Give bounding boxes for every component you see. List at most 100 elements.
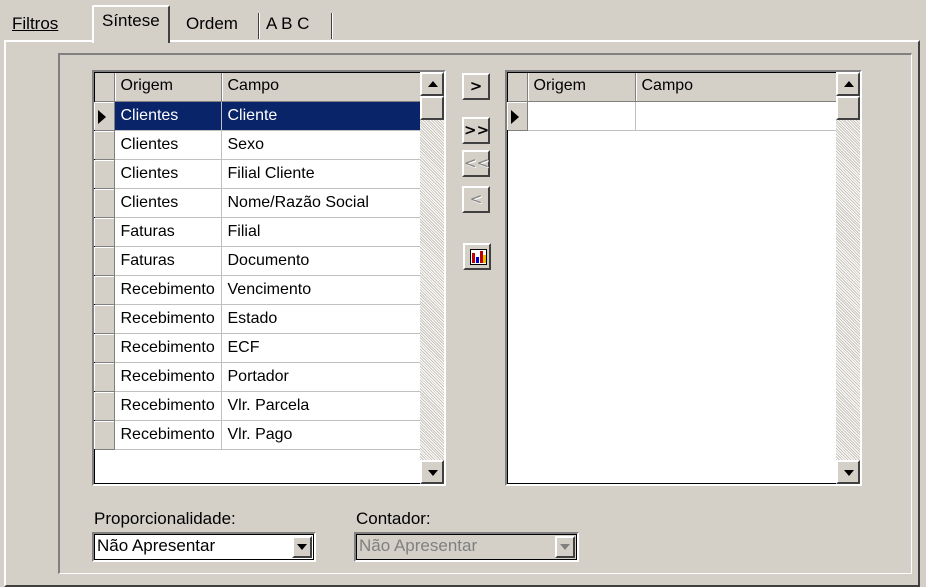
add-one-button[interactable]: > — [462, 73, 490, 100]
selected-fields-grid[interactable]: Origem Campo — [505, 70, 862, 486]
cell-campo[interactable]: Vlr. Parcela — [221, 391, 425, 421]
tab-ordem-label: Ordem — [186, 14, 238, 33]
current-row-arrow-icon — [511, 109, 519, 124]
tab-abc[interactable]: A B C — [258, 10, 317, 42]
table-row[interactable]: Recebimento Vlr. Parcela — [94, 391, 425, 421]
column-header-campo[interactable]: Campo — [221, 72, 425, 102]
cell-origem[interactable]: Clientes — [114, 101, 222, 131]
right-grid-vertical-scrollbar[interactable] — [836, 72, 860, 484]
cell-origem[interactable]: Recebimento — [114, 391, 222, 421]
remove-one-label: < — [469, 190, 483, 208]
left-grid-vertical-scrollbar[interactable] — [420, 72, 444, 484]
scroll-up-button[interactable] — [836, 72, 860, 96]
table-row[interactable]: Recebimento Estado — [94, 304, 425, 334]
table-row[interactable]: Recebimento ECF — [94, 333, 425, 363]
table-row[interactable]: Faturas Documento — [94, 246, 425, 276]
column-header-origem[interactable]: Origem — [527, 72, 636, 102]
cell-origem[interactable]: Recebimento — [114, 420, 222, 450]
cell-origem[interactable]: Faturas — [114, 246, 222, 276]
arrow-up-icon — [428, 81, 438, 87]
cell-campo[interactable]: ECF — [221, 333, 425, 363]
contador-select[interactable]: Não Apresentar — [354, 532, 579, 562]
cell-campo[interactable]: Sexo — [221, 130, 425, 160]
chevron-down-icon — [297, 544, 307, 550]
arrow-up-icon — [844, 81, 854, 87]
tab-filtros[interactable]: Filtros — [4, 10, 66, 42]
remove-all-label: << — [464, 154, 490, 172]
table-row[interactable]: Recebimento Vlr. Pago — [94, 420, 425, 450]
row-indicator — [94, 275, 115, 305]
cell-campo[interactable]: Filial — [221, 217, 425, 247]
table-row[interactable]: Recebimento Vencimento — [94, 275, 425, 305]
cell-campo[interactable]: Nome/Razão Social — [221, 188, 425, 218]
cell-origem[interactable] — [527, 101, 636, 131]
tab-filtros-label: Filtros — [12, 14, 59, 33]
row-indicator — [94, 159, 115, 189]
cell-campo[interactable]: Filial Cliente — [221, 159, 425, 189]
tab-separator — [331, 13, 333, 39]
row-indicator — [94, 304, 115, 334]
chart-icon — [470, 249, 487, 265]
cell-campo[interactable]: Documento — [221, 246, 425, 276]
table-row[interactable]: Clientes Nome/Razão Social — [94, 188, 425, 218]
row-indicator — [94, 188, 115, 218]
cell-campo[interactable]: Cliente — [221, 101, 425, 131]
table-row[interactable]: Clientes Filial Cliente — [94, 159, 425, 189]
scroll-thumb[interactable] — [420, 96, 444, 120]
tab-sintese-label: Síntese — [102, 11, 160, 30]
table-row[interactable]: Clientes Sexo — [94, 130, 425, 160]
column-header-origem[interactable]: Origem — [114, 72, 222, 102]
row-indicator — [94, 333, 115, 363]
chart-button[interactable] — [463, 243, 491, 270]
table-row[interactable]: Clientes Cliente — [94, 101, 425, 131]
row-indicator — [94, 362, 115, 392]
cell-origem[interactable]: Faturas — [114, 217, 222, 247]
cell-campo[interactable]: Vencimento — [221, 275, 425, 305]
remove-one-button[interactable]: < — [462, 186, 490, 213]
row-indicator — [94, 391, 115, 421]
arrow-down-icon — [844, 470, 854, 476]
tab-strip: Filtros Síntese Ordem A B C — [0, 0, 926, 43]
proporcionalidade-select[interactable]: Não Apresentar — [92, 532, 316, 562]
cell-campo[interactable]: Vlr. Pago — [221, 420, 425, 450]
tab-ordem[interactable]: Ordem — [178, 10, 246, 42]
contador-dropdown-button[interactable] — [555, 536, 575, 558]
row-indicator — [94, 101, 115, 131]
scroll-thumb[interactable] — [836, 96, 860, 120]
scroll-down-button[interactable] — [836, 460, 860, 484]
row-indicator — [94, 130, 115, 160]
cell-campo[interactable] — [635, 101, 838, 131]
grid-corner — [507, 72, 528, 102]
cell-origem[interactable]: Clientes — [114, 159, 222, 189]
cell-origem[interactable]: Recebimento — [114, 333, 222, 363]
cell-origem[interactable]: Recebimento — [114, 304, 222, 334]
proporcionalidade-label: Proporcionalidade: — [94, 509, 236, 528]
table-row[interactable]: Faturas Filial — [94, 217, 425, 247]
scroll-up-button[interactable] — [420, 72, 444, 96]
available-fields-grid[interactable]: Origem Campo Clientes Cliente Clientes Se… — [92, 70, 446, 486]
chevron-down-icon — [560, 544, 570, 550]
proporcionalidade-dropdown-button[interactable] — [292, 536, 312, 558]
cell-origem[interactable]: Clientes — [114, 130, 222, 160]
cell-origem[interactable]: Recebimento — [114, 275, 222, 305]
row-indicator — [94, 246, 115, 276]
add-all-button[interactable]: >> — [462, 117, 490, 144]
cell-campo[interactable]: Estado — [221, 304, 425, 334]
contador-label: Contador: — [356, 509, 431, 528]
remove-all-button[interactable]: << — [462, 150, 490, 177]
cell-origem[interactable]: Recebimento — [114, 362, 222, 392]
add-all-label: >> — [464, 121, 490, 139]
scroll-down-button[interactable] — [420, 460, 444, 484]
column-header-campo[interactable]: Campo — [635, 72, 838, 102]
table-row[interactable]: Recebimento Portador — [94, 362, 425, 392]
proporcionalidade-value: Não Apresentar — [97, 536, 216, 555]
row-indicator — [94, 217, 115, 247]
tab-sintese[interactable]: Síntese — [92, 5, 170, 43]
row-indicator — [94, 420, 115, 450]
table-row[interactable] — [507, 101, 838, 131]
contador-value: Não Apresentar — [359, 536, 478, 555]
current-row-arrow-icon — [98, 109, 106, 124]
cell-campo[interactable]: Portador — [221, 362, 425, 392]
row-indicator — [507, 101, 528, 131]
cell-origem[interactable]: Clientes — [114, 188, 222, 218]
